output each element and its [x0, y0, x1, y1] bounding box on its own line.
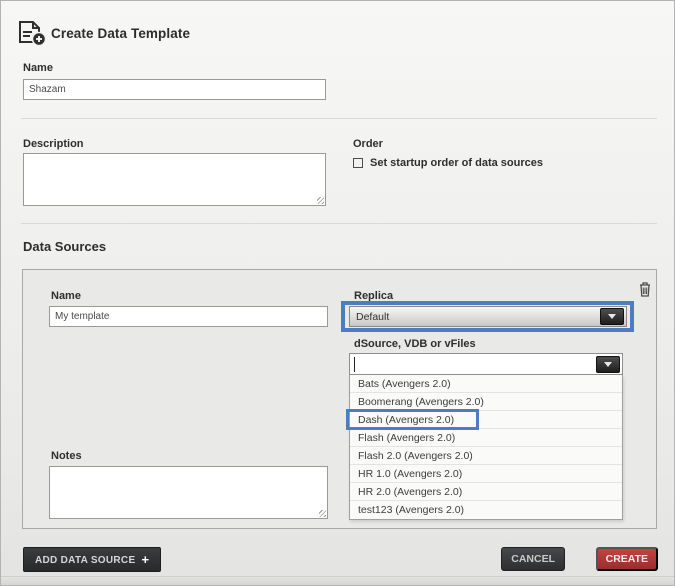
create-button[interactable]: CREATE — [596, 547, 658, 571]
bottom-shadow-strip — [1, 576, 674, 585]
startup-order-checkbox[interactable] — [353, 158, 363, 168]
add-data-source-button[interactable]: ADD DATA SOURCE + — [23, 547, 161, 572]
description-resize-handle[interactable] — [316, 196, 325, 205]
order-label: Order — [353, 138, 383, 150]
startup-order-checkbox-row[interactable]: Set startup order of data sources — [353, 157, 543, 169]
description-textarea[interactable] — [23, 153, 326, 206]
create-data-template-dialog: Create Data Template Name Description Or… — [0, 0, 675, 586]
divider — [21, 118, 657, 119]
source-dropdown-arrow-button[interactable] — [596, 356, 620, 373]
page-title: Create Data Template — [51, 26, 190, 41]
replica-select[interactable]: Default — [349, 306, 627, 327]
dropdown-option-highlighted[interactable]: Dash (Avengers 2.0) — [350, 411, 622, 429]
trash-icon — [638, 281, 652, 297]
cancel-button[interactable]: CANCEL — [501, 547, 565, 571]
footer-actions: ADD DATA SOURCE + CANCEL CREATE — [21, 546, 658, 572]
data-sources-heading: Data Sources — [23, 239, 106, 254]
plus-icon: + — [141, 552, 149, 567]
notes-label: Notes — [51, 450, 82, 462]
chevron-down-icon — [604, 362, 612, 367]
dropdown-option[interactable]: Flash 2.0 (Avengers 2.0) — [350, 447, 622, 465]
replica-dropdown-arrow-button[interactable] — [600, 308, 624, 325]
source-name-input[interactable] — [49, 306, 328, 327]
notes-resize-handle[interactable] — [318, 509, 327, 518]
source-name-label: Name — [51, 290, 81, 302]
replica-selected-value: Default — [356, 311, 389, 323]
dropdown-option[interactable]: test123 (Avengers 2.0) — [350, 501, 622, 519]
notes-textarea[interactable] — [49, 466, 328, 519]
source-select-label: dSource, VDB or vFiles — [354, 338, 476, 350]
source-dropdown-list: Bats (Avengers 2.0) Boomerang (Avengers … — [349, 375, 623, 520]
text-cursor — [354, 357, 355, 372]
startup-order-checkbox-label: Set startup order of data sources — [370, 157, 543, 169]
dropdown-option[interactable]: Flash (Avengers 2.0) — [350, 429, 622, 447]
dropdown-option-label: Dash (Avengers 2.0) — [358, 414, 454, 426]
dropdown-option[interactable]: HR 2.0 (Avengers 2.0) — [350, 483, 622, 501]
name-input[interactable] — [23, 79, 326, 100]
dropdown-option[interactable]: Bats (Avengers 2.0) — [350, 375, 622, 393]
data-source-card: Name Replica Default dSource, VDB or vFi… — [22, 269, 657, 529]
source-combobox[interactable] — [349, 353, 623, 375]
delete-data-source-button[interactable] — [636, 280, 654, 300]
divider — [21, 223, 657, 224]
add-data-source-label: ADD DATA SOURCE — [35, 555, 135, 566]
dropdown-option[interactable]: HR 1.0 (Avengers 2.0) — [350, 465, 622, 483]
description-label: Description — [23, 138, 84, 150]
name-label: Name — [23, 62, 53, 74]
dropdown-option[interactable]: Boomerang (Avengers 2.0) — [350, 393, 622, 411]
create-template-icon — [17, 20, 47, 47]
chevron-down-icon — [608, 314, 616, 319]
